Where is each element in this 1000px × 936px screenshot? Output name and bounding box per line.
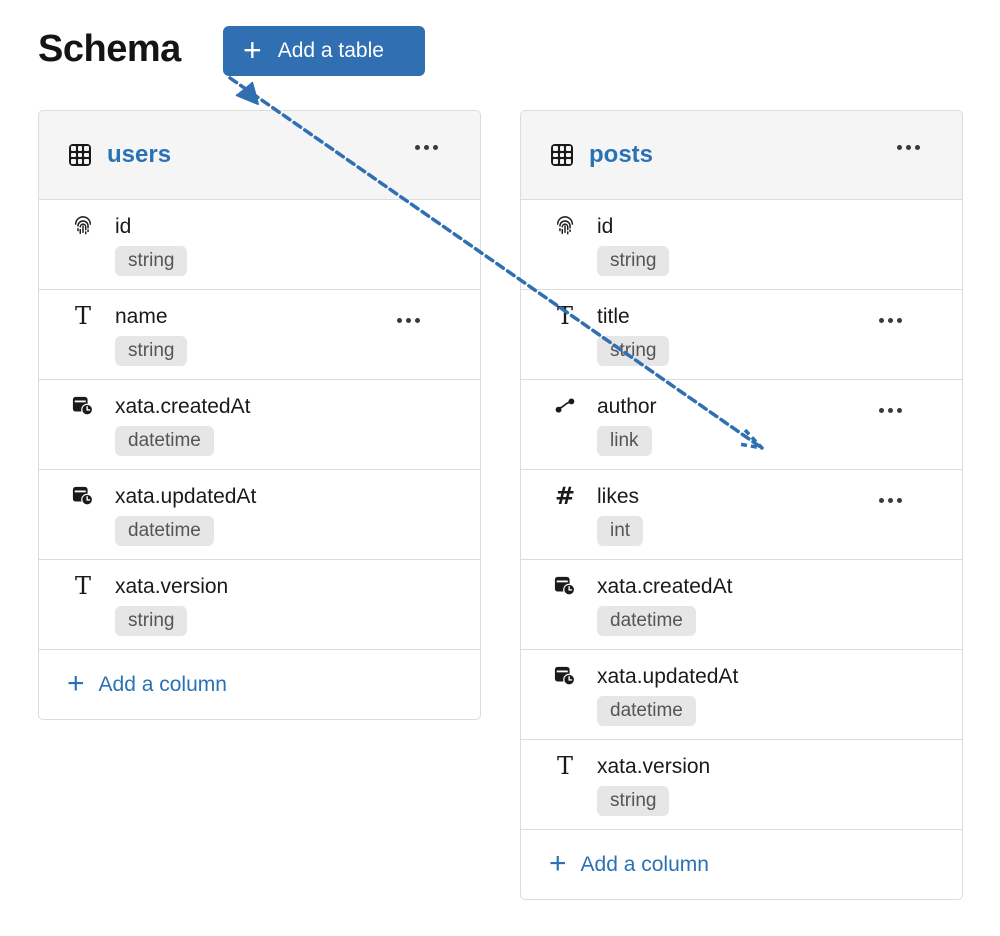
column-menu-icon[interactable] — [875, 494, 906, 507]
text-icon: T — [556, 302, 573, 330]
column-name: xata.updatedAt — [597, 665, 739, 688]
table-menu-icon[interactable] — [893, 141, 924, 154]
column-row[interactable]: author link — [521, 380, 962, 470]
table-header: users — [39, 111, 480, 200]
column-row[interactable]: id string — [39, 200, 480, 290]
column-type-badge: link — [597, 426, 652, 456]
calendar-clock-icon — [554, 664, 576, 688]
column-type-badge: string — [597, 336, 670, 366]
column-type-badge: string — [597, 786, 670, 816]
add-column-label: Add a column — [98, 673, 227, 696]
column-type-badge: string — [115, 246, 188, 276]
column-row[interactable]: xata.updatedAt datetime — [521, 650, 962, 740]
column-name: name — [115, 305, 168, 328]
fingerprint-icon — [72, 214, 94, 238]
plus-icon: + — [549, 846, 567, 880]
column-name: xata.createdAt — [597, 575, 733, 598]
text-icon: T — [74, 572, 91, 600]
column-name: xata.version — [597, 755, 711, 778]
column-row[interactable]: Txata.version string — [521, 740, 962, 830]
column-name: likes — [597, 485, 640, 508]
column-row[interactable]: # likes int — [521, 470, 962, 560]
arrow-head-icon — [235, 81, 259, 105]
column-type-badge: string — [115, 336, 188, 366]
plus-icon: + — [67, 666, 85, 700]
column-name: xata.version — [115, 575, 229, 598]
column-name: xata.createdAt — [115, 395, 251, 418]
plus-icon: + — [243, 31, 262, 68]
column-type-badge: string — [597, 246, 670, 276]
column-menu-icon[interactable] — [393, 314, 424, 327]
add-column-button[interactable]: + Add a column — [521, 830, 962, 899]
column-row[interactable]: id string — [521, 200, 962, 290]
table-grid-icon — [69, 144, 91, 166]
text-icon: T — [556, 752, 573, 780]
add-table-label: Add a table — [277, 39, 384, 62]
column-type-badge: int — [597, 516, 644, 546]
column-row[interactable]: Txata.version string — [39, 560, 480, 650]
add-table-button[interactable]: + Add a table — [223, 26, 425, 76]
text-icon: T — [74, 302, 91, 330]
column-menu-icon[interactable] — [875, 404, 906, 417]
column-type-badge: datetime — [597, 606, 696, 636]
table-header: posts — [521, 111, 962, 200]
calendar-clock-icon — [72, 394, 94, 418]
fingerprint-icon — [554, 214, 576, 238]
column-type-badge: datetime — [597, 696, 696, 726]
add-column-button[interactable]: + Add a column — [39, 650, 480, 719]
column-type-badge: datetime — [115, 426, 214, 456]
calendar-clock-icon — [72, 484, 94, 508]
table-card-posts: posts id string Ttitle string author link # lik… — [520, 110, 963, 900]
calendar-clock-icon — [554, 574, 576, 598]
column-name: id — [597, 215, 614, 238]
table-menu-icon[interactable] — [411, 141, 442, 154]
column-name: id — [115, 215, 132, 238]
column-row[interactable]: xata.updatedAt datetime — [39, 470, 480, 560]
column-row[interactable]: Ttitle string — [521, 290, 962, 380]
column-name: xata.updatedAt — [115, 485, 257, 508]
column-name: title — [597, 305, 630, 328]
hash-icon: # — [554, 482, 576, 510]
column-row[interactable]: xata.createdAt datetime — [39, 380, 480, 470]
link-icon — [554, 394, 576, 418]
table-grid-icon — [551, 144, 573, 166]
column-type-badge: datetime — [115, 516, 214, 546]
column-type-badge: string — [115, 606, 188, 636]
table-card-users: users id string Tname string xata.createdAt d… — [38, 110, 481, 720]
column-row[interactable]: xata.createdAt datetime — [521, 560, 962, 650]
column-row[interactable]: Tname string — [39, 290, 480, 380]
table-name[interactable]: users — [107, 141, 171, 169]
column-menu-icon[interactable] — [875, 314, 906, 327]
page-title: Schema — [38, 28, 181, 70]
column-name: author — [597, 395, 657, 418]
add-column-label: Add a column — [580, 853, 709, 876]
table-name[interactable]: posts — [589, 141, 653, 169]
